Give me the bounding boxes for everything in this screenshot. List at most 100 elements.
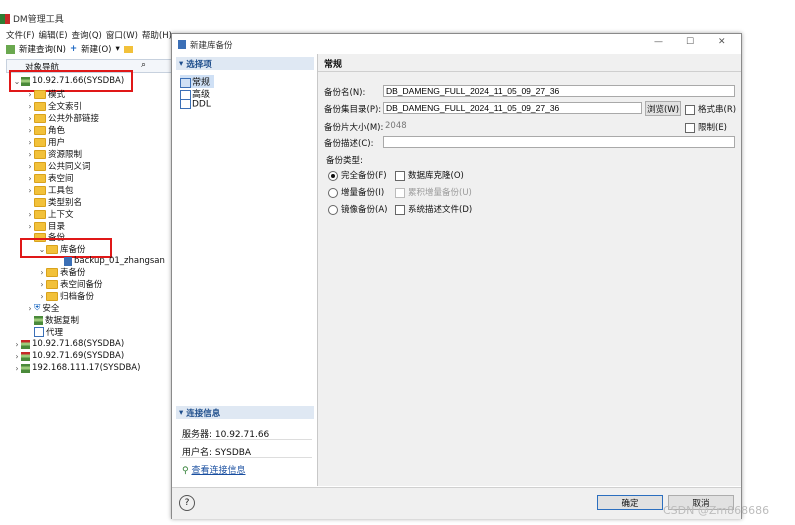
folder-icon	[34, 89, 46, 99]
checkbox-icon	[395, 204, 405, 215]
help-icon[interactable]: ?	[179, 495, 195, 511]
mirror-backup-radio[interactable]: 镜像备份(A)	[328, 203, 387, 215]
menu-bar: 文件(F) 编辑(E) 查询(Q) 窗口(W) 帮助(H)	[6, 29, 172, 41]
nav-item-ddl[interactable]: DDL	[180, 99, 211, 110]
system-desc-file-checkbox[interactable]: 系统描述文件(D)	[395, 203, 472, 215]
checkbox-icon	[685, 122, 695, 133]
maximize-icon[interactable]: ☐	[686, 37, 694, 47]
toolbar: 新建查询(N) + 新建(O) ▾	[6, 43, 133, 55]
tree-node-label: 角色	[48, 126, 66, 136]
agent-icon	[34, 327, 44, 337]
incremental-backup-radio[interactable]: 增量备份(I)	[328, 186, 384, 198]
divider	[180, 439, 312, 440]
close-icon[interactable]: ✕	[718, 37, 726, 47]
limit-checkbox[interactable]: 限制(E)	[685, 121, 727, 133]
open-folder-icon[interactable]	[123, 45, 133, 53]
shield-icon: ⛨	[34, 303, 41, 313]
tree-node[interactable]: › 公共同义词	[26, 160, 91, 172]
tree-node[interactable]: › 工具包	[26, 184, 74, 196]
dialog-title-bar[interactable]: 新建库备份 — ☐ ✕	[172, 34, 741, 54]
chevron-down-icon: ▾	[179, 407, 184, 418]
folder-icon	[34, 161, 46, 171]
new-query-button[interactable]: 新建查询(N)	[19, 43, 66, 55]
tree-node-label: 用户	[48, 138, 66, 148]
tree-node[interactable]: › 上下文	[26, 208, 74, 220]
chevron-right-icon: ›	[15, 363, 19, 373]
menu-help[interactable]: 帮助(H)	[142, 29, 172, 41]
folder-icon	[34, 209, 46, 219]
tree-node[interactable]: › 表空间备份	[38, 278, 103, 290]
page-icon	[180, 89, 191, 100]
new-library-backup-dialog: 新建库备份 — ☐ ✕ ▾ 选择项 常规 高级 DDL ▾ 连接信息 服务器: …	[171, 33, 742, 519]
folder-icon	[46, 291, 58, 301]
full-backup-radio[interactable]: 完全备份(F)	[328, 169, 387, 181]
tree-node-label: 10.92.71.68(SYSDBA)	[32, 339, 125, 349]
checkbox-icon	[685, 104, 695, 115]
radio-label: 镜像备份(A)	[341, 205, 388, 215]
tree-node[interactable]: › 模式	[26, 88, 65, 100]
folder-icon	[34, 137, 46, 147]
tree-node[interactable]: › ⛨ 安全	[26, 302, 59, 314]
chevron-right-icon: ›	[28, 89, 32, 99]
folder-icon	[34, 125, 46, 135]
view-connection-link[interactable]: ⚲ 查看连接信息	[182, 463, 245, 476]
backup-name-input[interactable]	[383, 85, 735, 97]
nav-section-header[interactable]: ▾ 选择项	[176, 57, 314, 70]
conn-section-title: 连接信息	[186, 408, 221, 419]
menu-query[interactable]: 查询(Q)	[72, 29, 102, 41]
tree-node-label: backup_01_zhangsan	[74, 256, 165, 266]
chevron-right-icon: ›	[28, 113, 32, 123]
tree-node[interactable]: › 资源限制	[26, 148, 82, 160]
tree-node[interactable]: 类型别名	[26, 196, 82, 208]
tree-node[interactable]: › 公共外部链接	[26, 112, 99, 124]
menu-window[interactable]: 窗口(W)	[106, 29, 138, 41]
minimize-icon[interactable]: —	[654, 37, 663, 47]
cumulative-incremental-checkbox[interactable]: 累积增量备份(U)	[395, 186, 472, 198]
tree-node[interactable]: › 表空间	[26, 172, 74, 184]
tree-node-label: 上下文	[48, 210, 74, 220]
backup-dir-label: 备份集目录(P):	[324, 105, 382, 115]
menu-file[interactable]: 文件(F)	[6, 29, 35, 41]
db-clone-checkbox[interactable]: 数据库克隆(O)	[395, 169, 464, 181]
tree-node-label: 安全	[42, 304, 60, 314]
checkbox-label: 数据库克隆(O)	[408, 171, 464, 181]
tree-node[interactable]: 代理	[34, 326, 63, 338]
tree-node[interactable]: 数据复制	[34, 314, 79, 326]
piece-size-value[interactable]: 2048	[385, 121, 407, 131]
page-icon	[180, 99, 191, 109]
divider	[180, 457, 312, 458]
format-string-checkbox[interactable]: 格式串(R)	[685, 103, 736, 115]
backup-dir-input[interactable]	[383, 102, 642, 114]
chevron-right-icon: ›	[28, 173, 32, 183]
folder-icon	[34, 197, 46, 207]
tree-node[interactable]: › 用户	[26, 136, 65, 148]
search-icon[interactable]: ⌕	[141, 60, 146, 70]
menu-edit[interactable]: 编辑(E)	[39, 29, 68, 41]
tree-node[interactable]: › 表备份	[38, 266, 86, 278]
chevron-right-icon: ›	[28, 209, 32, 219]
app-title-bar: DM管理工具	[0, 12, 64, 25]
folder-icon	[34, 185, 46, 195]
chevron-right-icon: ›	[28, 161, 32, 171]
tree-node-label: 公共外部链接	[48, 114, 100, 124]
chevron-right-icon: ›	[28, 101, 32, 111]
browse-button[interactable]: 浏览(W)	[645, 101, 681, 116]
folder-icon	[34, 221, 46, 231]
new-button[interactable]: 新建(O)	[81, 43, 111, 55]
ok-button[interactable]: 确定	[597, 495, 663, 510]
tree-node-connection[interactable]: › 192.168.111.17(SYSDBA)	[13, 362, 140, 374]
radio-label: 增量备份(I)	[341, 188, 385, 198]
chevron-right-icon: ›	[28, 137, 32, 147]
conn-section-header[interactable]: ▾ 连接信息	[176, 406, 314, 419]
tree-node[interactable]: › 归档备份	[38, 290, 94, 302]
tree-node-connection[interactable]: › 10.92.71.69(SYSDBA)	[13, 350, 124, 362]
divider	[318, 71, 741, 72]
backup-desc-input[interactable]	[383, 136, 735, 148]
radio-label: 完全备份(F)	[341, 171, 387, 181]
tree-node-label: 代理	[46, 328, 64, 338]
tree-node[interactable]: › 角色	[26, 124, 65, 136]
tree-node-connection[interactable]: › 10.92.71.68(SYSDBA)	[13, 338, 124, 350]
checkbox-label: 限制(E)	[698, 123, 728, 133]
tree-node[interactable]: › 全文索引	[26, 100, 82, 112]
checkbox-label: 累积增量备份(U)	[408, 188, 472, 198]
